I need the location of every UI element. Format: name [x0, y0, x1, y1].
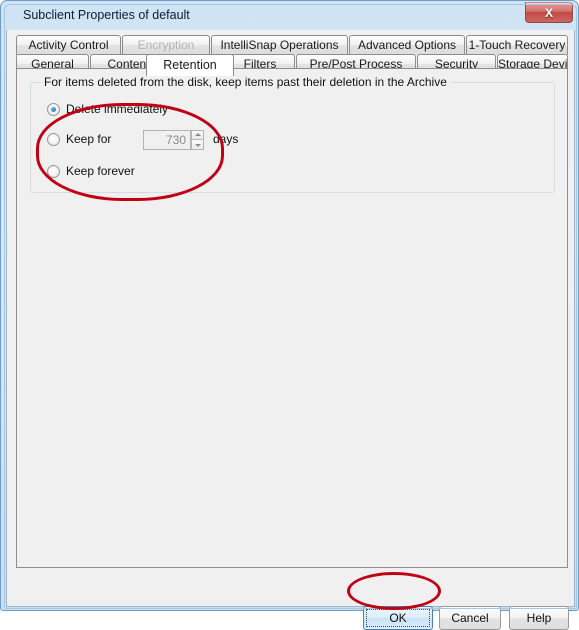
tab-label: Encryption — [137, 38, 195, 52]
radio-label: Delete immediately — [66, 102, 169, 116]
tab-label: Activity Control — [28, 38, 109, 52]
keep-for-days-stepper[interactable]: 730 — [143, 130, 204, 150]
help-button[interactable]: Help — [509, 606, 569, 630]
retention-group-box: For items deleted from the disk, keep it… — [30, 75, 555, 193]
tab-label: Retention — [163, 58, 217, 72]
retention-group-label: For items deleted from the disk, keep it… — [40, 75, 451, 89]
title-bar: Subclient Properties of default X — [1, 1, 579, 30]
tab-label: IntelliSnap Operations — [220, 38, 339, 52]
help-button-label: Help — [526, 611, 552, 625]
tab-intellisnap-operations[interactable]: IntelliSnap Operations — [211, 35, 348, 55]
radio-keep-for[interactable] — [47, 133, 60, 146]
radio-label: Keep for — [66, 132, 112, 146]
radio-delete-immediately[interactable] — [47, 103, 60, 116]
close-icon: X — [544, 6, 553, 20]
focus-ring — [366, 609, 430, 627]
cancel-button[interactable]: Cancel — [439, 606, 501, 630]
tab-label: Advanced Options — [357, 38, 457, 52]
retention-tab-panel: For items deleted from the disk, keep it… — [16, 68, 568, 568]
spinner-up-arrow-icon[interactable] — [191, 130, 204, 140]
radio-label: Keep forever — [66, 164, 135, 178]
spinner-down-arrow-icon[interactable] — [191, 140, 204, 150]
tab-retention[interactable]: Retention — [146, 54, 234, 76]
close-button[interactable]: X — [525, 2, 573, 23]
tab-encryption: Encryption — [122, 35, 210, 55]
cancel-button-label: Cancel — [451, 611, 489, 625]
dialog-window: Subclient Properties of default X Activi… — [0, 0, 579, 630]
dialog-body: Activity Control Encryption IntelliSnap … — [6, 30, 575, 630]
tab-label: 1-Touch Recovery — [468, 38, 566, 52]
tab-1-touch-recovery[interactable]: 1-Touch Recovery — [466, 35, 568, 55]
tab-row-upper: Activity Control Encryption IntelliSnap … — [16, 35, 568, 55]
radio-keep-forever[interactable] — [47, 165, 60, 178]
window-title: Subclient Properties of default — [23, 8, 190, 22]
days-unit-label: days — [213, 132, 239, 146]
tab-advanced-options[interactable]: Advanced Options — [349, 35, 465, 55]
ok-button[interactable]: OK — [363, 606, 433, 630]
stepper-buttons[interactable] — [191, 130, 204, 150]
tab-activity-control[interactable]: Activity Control — [16, 35, 121, 55]
keep-for-days-input[interactable]: 730 — [143, 130, 191, 150]
